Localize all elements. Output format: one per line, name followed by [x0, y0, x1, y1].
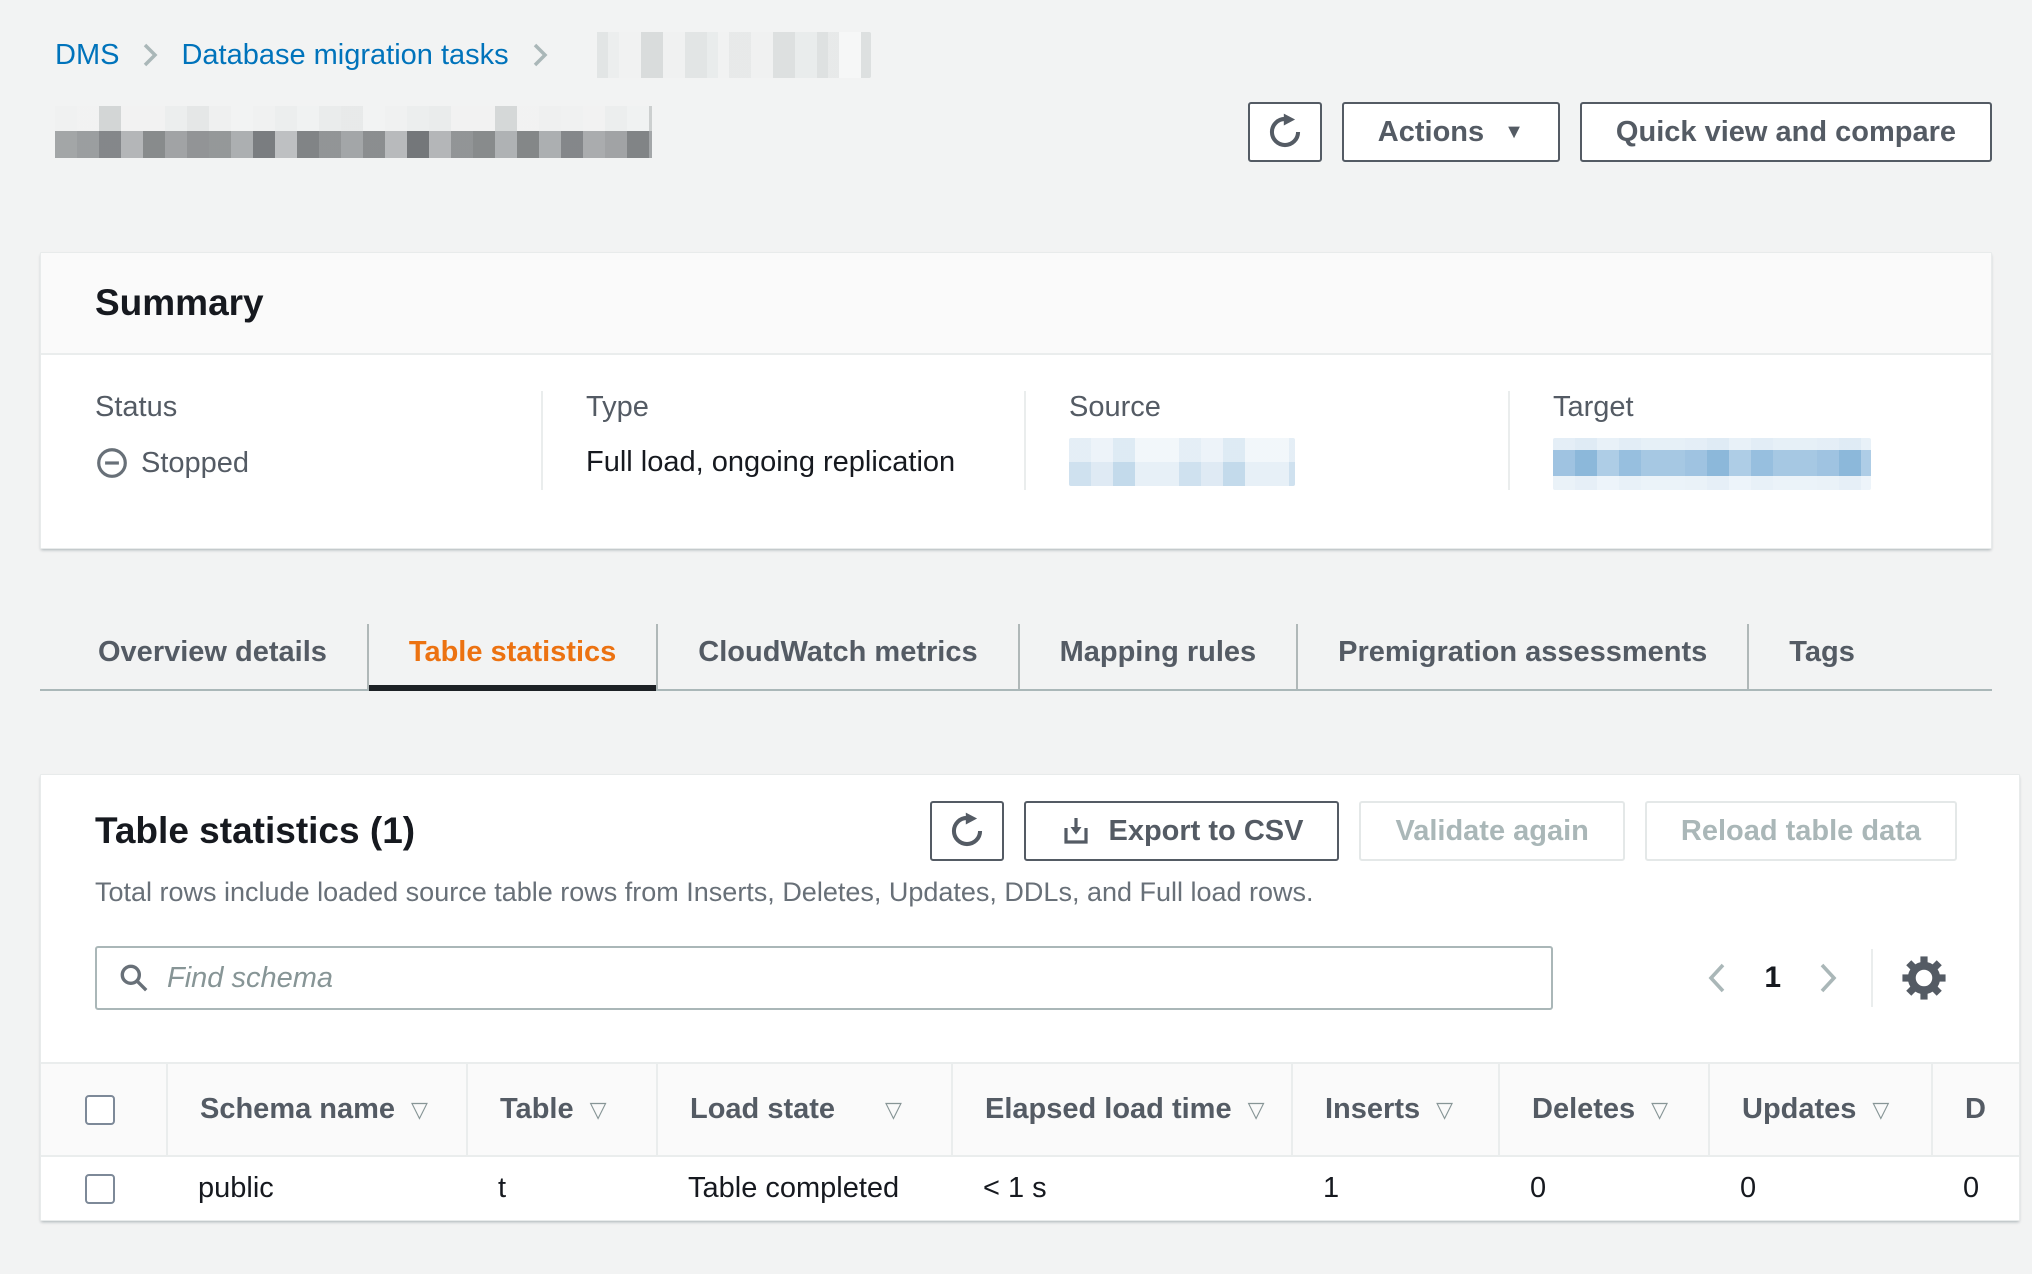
cell-load-state: Table completed — [688, 1172, 899, 1205]
pagination: 1 — [1704, 949, 1947, 1007]
reload-table-data-button[interactable]: Reload table data — [1645, 801, 1957, 861]
sort-icon[interactable]: ▽ — [1248, 1097, 1265, 1123]
sort-icon[interactable]: ▽ — [1436, 1097, 1453, 1123]
sort-icon[interactable]: ▽ — [590, 1097, 607, 1123]
actions-button-label: Actions — [1378, 116, 1484, 149]
validate-again-button[interactable]: Validate again — [1359, 801, 1624, 861]
type-value: Full load, ongoing replication — [586, 446, 955, 479]
chevron-right-icon — [141, 39, 159, 71]
summary-panel: Summary Status Stopped Type Full load, o… — [40, 252, 1992, 549]
tab-cloudwatch-metrics[interactable]: CloudWatch metrics — [656, 624, 1017, 689]
cell-updates: 0 — [1740, 1172, 1756, 1205]
redacted-target-endpoint — [1553, 438, 1871, 490]
redacted-source-endpoint — [1069, 438, 1295, 486]
redacted-breadcrumb-task-name — [575, 32, 871, 78]
row-checkbox[interactable] — [85, 1174, 115, 1204]
summary-field-status: Status Stopped — [41, 391, 541, 490]
sort-icon[interactable]: ▽ — [885, 1097, 902, 1123]
target-label: Target — [1553, 391, 1991, 424]
refresh-button[interactable] — [1248, 102, 1322, 162]
previous-page-button[interactable] — [1704, 960, 1730, 996]
current-page-number[interactable]: 1 — [1764, 961, 1781, 995]
table-statistics-panel: Table statistics (1) Export to CSV — [40, 774, 2020, 1221]
column-header-load-state[interactable]: Load state — [690, 1093, 835, 1126]
quick-view-label: Quick view and compare — [1616, 116, 1956, 149]
sort-icon[interactable]: ▽ — [1872, 1097, 1889, 1123]
export-csv-label: Export to CSV — [1108, 815, 1303, 848]
cell-inserts: 1 — [1323, 1172, 1339, 1205]
reload-table-data-label: Reload table data — [1681, 815, 1921, 848]
sort-icon[interactable]: ▽ — [1651, 1097, 1668, 1123]
tab-bar: Overview details Table statistics CloudW… — [40, 624, 1992, 691]
table-settings-button[interactable] — [1901, 955, 1947, 1001]
cell-schema-name: public — [198, 1172, 274, 1205]
source-label: Source — [1069, 391, 1508, 424]
summary-title: Summary — [95, 282, 1937, 324]
status-label: Status — [95, 391, 541, 424]
stopped-status-icon — [95, 446, 129, 480]
table-statistics-title: Table statistics (1) — [95, 810, 415, 852]
page-header: Actions ▼ Quick view and compare — [55, 102, 1992, 162]
table-header-row: Schema name ▽ Table ▽ Load state ▽ Elapsed … — [41, 1062, 2020, 1157]
search-input[interactable] — [167, 962, 1531, 995]
search-icon — [117, 961, 151, 995]
gear-icon — [1901, 955, 1947, 1001]
quick-view-compare-button[interactable]: Quick view and compare — [1580, 102, 1992, 162]
cell-elapsed-load-time: < 1 s — [983, 1172, 1047, 1205]
schema-search — [95, 946, 1553, 1010]
download-icon — [1060, 815, 1092, 847]
status-value: Stopped — [141, 447, 249, 480]
cell-table: t — [498, 1172, 506, 1205]
breadcrumb: DMS Database migration tasks — [0, 0, 2032, 80]
table-count-badge: (1) — [370, 810, 415, 851]
actions-button[interactable]: Actions ▼ — [1342, 102, 1560, 162]
column-header-inserts[interactable]: Inserts — [1325, 1093, 1420, 1126]
tab-premigration-assessments[interactable]: Premigration assessments — [1296, 624, 1747, 689]
chevron-left-icon — [1704, 960, 1730, 996]
refresh-icon — [1266, 113, 1304, 151]
caret-down-icon: ▼ — [1504, 121, 1524, 144]
summary-field-target: Target — [1508, 391, 1991, 490]
column-header-table[interactable]: Table — [500, 1093, 574, 1126]
tab-tags[interactable]: Tags — [1747, 624, 1895, 689]
type-label: Type — [586, 391, 1024, 424]
table-statistics-table: Schema name ▽ Table ▽ Load state ▽ Elapsed … — [41, 1062, 2020, 1220]
cell-deletes: 0 — [1530, 1172, 1546, 1205]
summary-field-type: Type Full load, ongoing replication — [541, 391, 1024, 490]
select-all-checkbox[interactable] — [85, 1095, 115, 1125]
chevron-right-icon — [531, 39, 549, 71]
table-refresh-button[interactable] — [930, 801, 1004, 861]
summary-field-source: Source — [1024, 391, 1508, 490]
next-page-button[interactable] — [1815, 960, 1841, 996]
table-statistics-description: Total rows include loaded source table r… — [41, 877, 2019, 908]
column-header-schema-name[interactable]: Schema name — [200, 1093, 395, 1126]
validate-again-label: Validate again — [1395, 815, 1588, 848]
tab-overview-details[interactable]: Overview details — [58, 624, 367, 689]
chevron-right-icon — [1815, 960, 1841, 996]
column-header-ddls-clipped[interactable]: D — [1965, 1093, 1986, 1126]
cell-ddls: 0 — [1963, 1172, 1979, 1205]
sort-icon[interactable]: ▽ — [411, 1097, 428, 1123]
column-header-elapsed-load-time[interactable]: Elapsed load time — [985, 1093, 1232, 1126]
pager-divider — [1871, 949, 1873, 1007]
export-csv-button[interactable]: Export to CSV — [1024, 801, 1339, 861]
breadcrumb-link-dms[interactable]: DMS — [55, 39, 119, 72]
tab-table-statistics[interactable]: Table statistics — [367, 624, 656, 689]
refresh-icon — [948, 812, 986, 850]
tab-mapping-rules[interactable]: Mapping rules — [1018, 624, 1297, 689]
redacted-page-title — [55, 106, 652, 158]
table-row: public t Table completed < 1 s 1 0 0 0 — [41, 1157, 2020, 1220]
column-header-updates[interactable]: Updates — [1742, 1093, 1856, 1126]
column-header-deletes[interactable]: Deletes — [1532, 1093, 1635, 1126]
breadcrumb-link-tasks[interactable]: Database migration tasks — [181, 39, 508, 72]
